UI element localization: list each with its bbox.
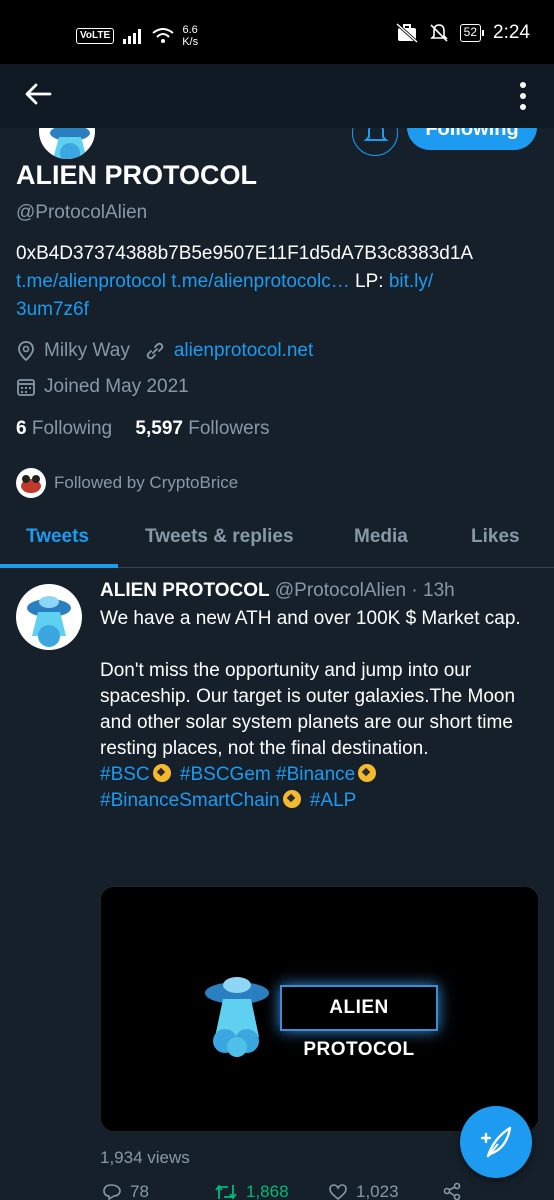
- hashtag-bsc[interactable]: #BSC: [100, 764, 150, 785]
- signal-icon: [123, 29, 142, 44]
- tab-likes[interactable]: Likes: [471, 526, 520, 548]
- following-count-link[interactable]: 6 Following: [16, 418, 112, 439]
- profile-meta-row: Milky Way alienprotocol.net: [16, 340, 313, 362]
- reply-button[interactable]: 78: [102, 1182, 149, 1200]
- profile-bio: 0xB4D37374388b7B5e9507E11F1d5dA7B3c8383d…: [16, 240, 541, 324]
- followers-count-link[interactable]: 5,597 Followers: [135, 418, 269, 439]
- binance-coin-icon: [358, 764, 377, 782]
- tweet-handle-time: @ProtocolAlien · 13h: [274, 580, 455, 601]
- bell-off-icon: [429, 24, 448, 42]
- tweet-text: We have a new ATH and over 100K $ Market…: [100, 606, 540, 814]
- retweet-button[interactable]: 1,868: [214, 1182, 289, 1200]
- bio-link-telegram[interactable]: t.me/alienprotocol: [16, 271, 166, 292]
- reply-icon: [103, 1184, 121, 1200]
- tweet-avatar[interactable]: [16, 584, 82, 650]
- location-pin-icon: [18, 341, 34, 362]
- heart-icon: [329, 1184, 347, 1200]
- briefcase-off-icon: [395, 23, 418, 43]
- tweet-hashtags: #BSC #BSCGem #Binance #BinanceSmartChain…: [100, 762, 540, 814]
- profile-joined: Joined May 2021: [44, 376, 189, 397]
- network-speed: 6.6 K/s: [182, 24, 199, 48]
- hashtag-binancesmartchain[interactable]: #BinanceSmartChain: [100, 790, 280, 811]
- bio-link-bitly[interactable]: bit.ly/: [389, 271, 433, 292]
- compose-feather-icon: [480, 1126, 512, 1158]
- bio-address: 0xB4D37374388b7B5e9507E11F1d5dA7B3c8383d…: [16, 243, 474, 264]
- share-icon: [443, 1182, 461, 1200]
- like-button[interactable]: 1,023: [328, 1182, 399, 1200]
- ufo-logo-icon: [27, 596, 71, 647]
- binance-coin-icon: [152, 764, 171, 782]
- share-button[interactable]: [442, 1182, 462, 1200]
- follower-avatar: [16, 468, 46, 498]
- more-options-icon[interactable]: [518, 80, 528, 112]
- hashtag-alp[interactable]: #ALP: [310, 790, 356, 811]
- profile-joined-row: Joined May 2021: [16, 376, 189, 398]
- active-tab-indicator: [0, 564, 118, 568]
- back-arrow-icon[interactable]: [22, 78, 54, 110]
- top-nav-bar: [0, 64, 554, 128]
- tab-media[interactable]: Media: [354, 526, 408, 548]
- tweet-paragraph-2: Don't miss the opportunity and jump into…: [100, 660, 516, 759]
- tweet-views: 1,934 views: [100, 1148, 190, 1167]
- followed-by-text: Followed by CryptoBrice: [54, 473, 239, 492]
- profile-handle: @ProtocolAlien: [16, 202, 148, 223]
- binance-coin-icon: [282, 790, 301, 808]
- follow-counts: 6 Following 5,597 Followers: [16, 418, 270, 440]
- profile-location: Milky Way: [44, 340, 130, 361]
- bio-lp-label: LP:: [355, 271, 384, 292]
- followed-by-row[interactable]: Followed by CryptoBrice: [16, 468, 238, 498]
- hashtag-bscgem[interactable]: #BSCGem: [180, 764, 271, 785]
- hashtag-binance[interactable]: #Binance: [276, 764, 355, 785]
- media-brand-text: ALIEN PROTOCOL: [280, 985, 438, 1060]
- bio-link-bitly-cont[interactable]: 3um7z6f: [16, 296, 541, 324]
- bio-link-telegram-2[interactable]: t.me/alienprotocolc…: [171, 271, 349, 292]
- clock: 2:24: [493, 22, 530, 43]
- tweet-header: ALIEN PROTOCOL @ProtocolAlien · 13h: [100, 580, 455, 602]
- tab-tweets[interactable]: Tweets: [26, 526, 89, 548]
- retweet-icon: [215, 1184, 237, 1200]
- volte-indicator: VoLTE: [76, 28, 115, 44]
- compose-tweet-button[interactable]: [460, 1106, 532, 1178]
- wifi-icon: [152, 28, 174, 43]
- tab-tweets-replies[interactable]: Tweets & replies: [145, 526, 294, 548]
- profile-website[interactable]: alienprotocol.net: [174, 340, 313, 362]
- status-bar: VoLTE 6.6 K/s 52 2:24: [0, 0, 554, 64]
- battery-indicator: 52: [459, 24, 485, 42]
- profile-name: ALIEN PROTOCOL: [16, 160, 258, 190]
- link-icon: [146, 342, 164, 360]
- calendar-icon: [17, 379, 35, 396]
- profile-tabs: Tweets Tweets & replies Media Likes: [0, 512, 554, 568]
- ufo-logo-icon: [205, 977, 269, 1057]
- tweet-author-name[interactable]: ALIEN PROTOCOL: [100, 580, 270, 601]
- tweet-paragraph-1: We have a new ATH and over 100K $ Market…: [100, 608, 521, 629]
